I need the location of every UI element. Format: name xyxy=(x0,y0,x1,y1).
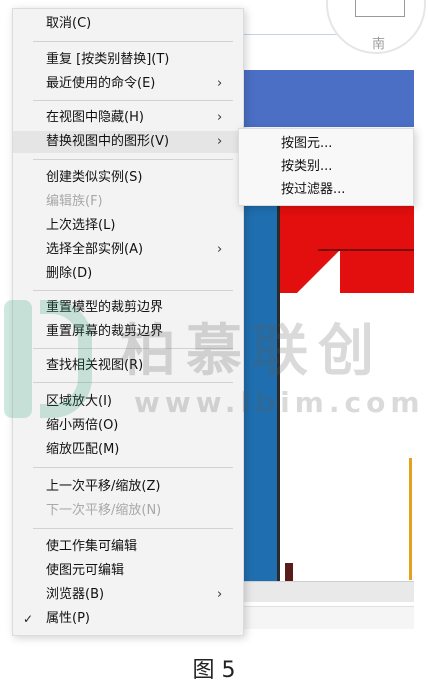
menu-item-previous-pan-zoom[interactable]: 上一次平移/缩放(Z) xyxy=(13,476,243,498)
menu-item-zoom-out-2x[interactable]: 缩小两倍(O) xyxy=(13,415,243,437)
menu-item-cancel[interactable]: 取消(C) xyxy=(13,13,243,35)
menu-separator xyxy=(33,41,233,42)
menu-separator xyxy=(33,528,233,529)
submenu-item-label: 按类别... xyxy=(281,159,333,174)
menu-item-label: 重置屏幕的裁剪边界 xyxy=(46,324,164,339)
menu-separator xyxy=(33,348,233,349)
orange-line-element[interactable] xyxy=(409,458,412,580)
menu-item-hide-in-view[interactable]: 在视图中隐藏(H) › xyxy=(13,107,243,129)
menu-item-label: 选择全部实例(A) xyxy=(46,242,144,257)
menu-item-label: 属性(P) xyxy=(46,611,90,626)
chevron-right-icon: › xyxy=(217,587,223,602)
horizontal-scrollbar[interactable] xyxy=(240,581,414,602)
chevron-right-icon: › xyxy=(217,242,223,257)
blue-roof-element[interactable] xyxy=(240,70,414,127)
menu-item-last-selection[interactable]: 上次选择(L) xyxy=(13,215,243,237)
menu-item-find-referring-views[interactable]: 查找相关视图(R) xyxy=(13,355,243,377)
chevron-right-icon: › xyxy=(217,76,223,91)
submenu-item-by-element[interactable]: 按图元... xyxy=(239,133,413,155)
compass-south-label: 南 xyxy=(372,37,386,52)
menu-item-reset-screen-crop[interactable]: 重置屏幕的裁剪边界 xyxy=(13,321,243,343)
menu-item-label: 编辑族(F) xyxy=(46,194,103,209)
menu-item-recent-commands[interactable]: 最近使用的命令(E) › xyxy=(13,73,243,95)
menu-item-label: 使工作集可编辑 xyxy=(46,539,138,554)
figure-caption: 图 5 xyxy=(192,658,236,683)
submenu-item-label: 按过滤器... xyxy=(281,182,346,197)
menu-item-label: 区域放大(I) xyxy=(46,394,112,409)
menu-item-next-pan-zoom: 下一次平移/缩放(N) xyxy=(13,500,243,522)
menu-item-label: 在视图中隐藏(H) xyxy=(46,110,144,125)
menu-separator xyxy=(33,159,233,160)
submenu-item-by-category[interactable]: 按类别... xyxy=(239,156,413,178)
menu-item-label: 替换视图中的图形(V) xyxy=(46,134,170,149)
chevron-right-icon: › xyxy=(217,110,223,125)
context-menu: 取消(C) 重复 [按类别替换](T) 最近使用的命令(E) › 在视图中隐藏(… xyxy=(12,8,244,636)
menu-separator xyxy=(33,382,233,383)
menu-item-label: 缩放匹配(M) xyxy=(46,442,120,457)
menu-item-label: 浏览器(B) xyxy=(46,587,105,602)
menu-separator xyxy=(33,467,233,468)
menu-item-label: 上一次平移/缩放(Z) xyxy=(46,479,161,494)
chevron-right-icon: › xyxy=(217,134,223,149)
menu-item-delete[interactable]: 删除(D) xyxy=(13,263,243,285)
menu-item-properties[interactable]: ✓ 属性(P) xyxy=(13,608,243,630)
menu-item-label: 查找相关视图(R) xyxy=(46,358,144,373)
white-panel xyxy=(280,293,414,581)
viewcube-box[interactable] xyxy=(355,0,405,17)
menu-item-label: 使图元可编辑 xyxy=(46,563,125,578)
menu-item-override-graphics[interactable]: 替换视图中的图形(V) › xyxy=(13,131,243,153)
red-rule-line xyxy=(318,249,414,251)
checkmark-icon: ✓ xyxy=(23,612,34,626)
view-control-bar[interactable] xyxy=(240,606,414,629)
menu-item-reset-model-crop[interactable]: 重置模型的裁剪边界 xyxy=(13,297,243,319)
menu-item-create-similar[interactable]: 创建类似实例(S) xyxy=(13,167,243,189)
menu-item-label: 删除(D) xyxy=(46,266,93,281)
menu-item-make-workset-editable[interactable]: 使工作集可编辑 xyxy=(13,536,243,558)
menu-item-zoom-region[interactable]: 区域放大(I) xyxy=(13,391,243,413)
menu-item-label: 重复 [按类别替换](T) xyxy=(46,52,170,67)
menu-item-label: 缩小两倍(O) xyxy=(46,418,119,433)
menu-item-label: 重置模型的裁剪边界 xyxy=(46,300,164,315)
maroon-mark[interactable] xyxy=(285,563,293,581)
menu-item-label: 下一次平移/缩放(N) xyxy=(46,503,162,518)
submenu-item-label: 按图元... xyxy=(281,136,333,151)
menu-item-label: 创建类似实例(S) xyxy=(46,170,143,185)
menu-separator xyxy=(33,290,233,291)
menu-item-zoom-to-fit[interactable]: 缩放匹配(M) xyxy=(13,439,243,461)
submenu-item-by-filter[interactable]: 按过滤器... xyxy=(239,179,413,201)
menu-item-make-element-editable[interactable]: 使图元可编辑 xyxy=(13,560,243,582)
menu-item-label: 最近使用的命令(E) xyxy=(46,76,156,91)
menu-item-edit-family: 编辑族(F) xyxy=(13,191,243,213)
menu-item-label: 上次选择(L) xyxy=(46,218,116,233)
menu-item-label: 取消(C) xyxy=(46,16,92,31)
menu-item-select-all-instances[interactable]: 选择全部实例(A) › xyxy=(13,239,243,261)
blue-column-element[interactable] xyxy=(241,205,277,581)
menu-separator xyxy=(33,100,233,101)
override-graphics-submenu: 按图元... 按类别... 按过滤器... xyxy=(238,128,414,206)
menu-item-browsers[interactable]: 浏览器(B) › xyxy=(13,584,243,606)
menu-item-repeat[interactable]: 重复 [按类别替换](T) xyxy=(13,49,243,71)
